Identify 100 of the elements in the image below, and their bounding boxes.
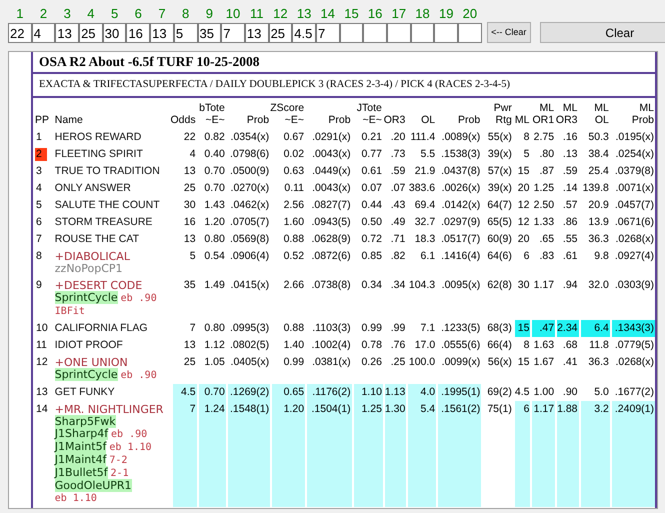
odds-input[interactable]: 13 [244,23,269,43]
table-cell: .0569(8) [226,231,270,248]
table-cell: .0555(6) [436,337,482,354]
odds-input[interactable] [387,23,411,43]
table-cell: 6.4 [578,320,610,337]
odds-input[interactable]: 30 [102,23,126,43]
table-cell: 0.80 [196,320,226,337]
table-cell: 36.3 [578,231,610,248]
table-cell: 1.25 [530,180,556,197]
table-cell: 0.34 [352,277,383,320]
table-cell: .0705(7) [226,214,270,231]
angle-detail: eb .90 [111,429,148,441]
table-cell: .0291(x) [305,129,352,146]
horse-name: +DIABOLICAL [54,250,131,263]
column-header: ML OL [593,101,610,128]
table-cell: 21.9 [406,163,436,180]
table-cell: .0043(x) [305,146,352,163]
table-cell: .20 [382,129,406,146]
table-cell: 1.20 [196,214,226,231]
table-cell: .0827(7) [305,197,352,214]
race-number: 13 [296,6,312,22]
clear-left-button[interactable]: <-- Clear [486,22,531,43]
column-header: Prob [457,113,482,128]
odds-input[interactable]: 7 [316,23,340,43]
table-cell: 5.5 [406,146,436,163]
table-cell: 13 [170,337,197,354]
table-cell: .1233(5) [436,320,482,337]
table-cell: .83 [530,248,556,277]
table-cell: 0.70 [196,384,226,401]
angle-detail: 2-1 [110,468,129,480]
odds-input[interactable] [458,23,482,43]
table-cell: 6 [512,248,530,277]
odds-input[interactable]: 4.5 [292,23,316,43]
odds-input[interactable] [363,23,387,43]
table-cell: 69.4 [406,197,436,214]
table-cell: .80 [530,146,556,163]
table-cell: .1103(3) [305,320,352,337]
column-header: Prob [246,113,270,128]
column-header: ML Prob [630,101,655,128]
post-position: 1 [35,131,43,144]
angle-tag: SprintCycle [54,291,118,304]
table-cell: .0462(x) [226,197,270,214]
odds-input[interactable]: 25 [79,23,103,43]
table-cell: 20 [512,180,530,197]
odds-input[interactable]: 35 [198,23,222,43]
table-cell: 1.60 [270,214,306,231]
table-cell: .99 [382,320,406,337]
angle-tag: Sharp5Fwk [54,415,116,428]
odds-input[interactable]: 7 [221,23,245,43]
table-cell: .0738(8) [305,277,352,320]
table-cell: 4.5 [170,384,197,401]
angle-tag: J1Maint5f [54,440,106,453]
table-cell: .0142(x) [436,197,482,214]
angle-tag: IBFit [54,306,85,317]
table-cell: 17.0 [406,337,436,354]
angle-tag: J1Bullet5f [54,466,108,479]
table-cell: 1.25 [352,401,383,507]
table-cell: 6 [512,401,530,507]
odds-input[interactable]: 22 [8,23,32,43]
table-cell: 0.78 [352,337,383,354]
horse-name: ONLY ANSWER [54,182,132,195]
table-cell: 0.07 [352,180,383,197]
table-cell: 12 [512,197,530,214]
table-cell: .0415(x) [226,277,270,320]
table-cell: .0195(x) [610,129,655,146]
column-header: ML OR3 [555,101,579,128]
table-cell: 39(x) [481,146,513,163]
table-cell: 50.3 [578,129,610,146]
odds-input[interactable]: 25 [268,23,292,43]
table-cell: .07 [382,180,406,197]
horse-name: STORM TREASURE [54,216,154,229]
table-cell: .0026(x) [436,180,482,197]
table-cell: 1.43 [196,197,226,214]
table-cell: 1.67 [530,354,556,384]
clear-button[interactable]: Clear [540,22,665,43]
odds-input[interactable] [410,23,434,43]
table-cell: 0.21 [352,129,383,146]
angle-tag: zzNoPopCP1 [54,262,123,275]
table-cell: .0379(8) [610,163,655,180]
table-cell: .0449(x) [305,163,352,180]
table-cell: 35 [170,277,197,320]
horse-name: FLEETING SPIRIT [54,148,144,161]
table-cell: .76 [382,337,406,354]
table-cell: .0517(7) [436,231,482,248]
race-number: 19 [438,6,454,22]
odds-input[interactable]: 4 [32,23,56,43]
odds-input[interactable]: 16 [126,23,150,43]
odds-input[interactable]: 13 [150,23,174,43]
angle-tag: GoodOleUPR1 [54,479,132,492]
odds-input[interactable]: 5 [174,23,198,43]
table-cell: .0071(x) [610,180,655,197]
table-cell: 6.1 [406,248,436,277]
table-cell: .1416(4) [436,248,482,277]
table-cell: .0089(x) [436,129,482,146]
odds-input[interactable] [434,23,458,43]
odds-input[interactable] [340,23,364,43]
table-cell: .65 [530,231,556,248]
post-position: 6 [35,216,43,229]
table-cell: 0.80 [196,231,226,248]
odds-input[interactable]: 13 [55,23,80,43]
